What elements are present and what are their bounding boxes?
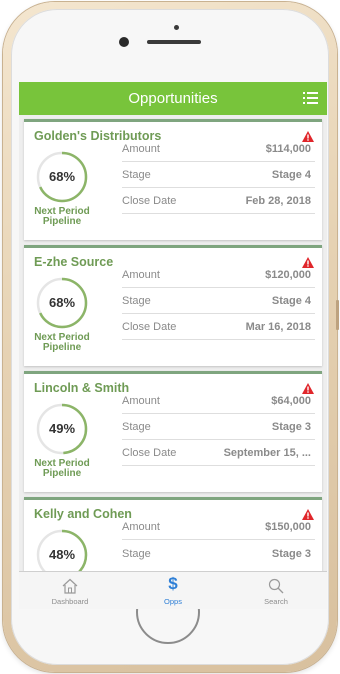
stage-row: Stage Stage 3 [122, 540, 315, 566]
app-screen: Opportunities Golden's Distributors 68% … [19, 82, 327, 609]
close-date-row: Close Date Mar 16, 2018 [122, 314, 315, 340]
probability-percent: 48% [48, 547, 76, 562]
amount-value: $120,000 [265, 269, 311, 281]
amount-label: Amount [122, 395, 160, 407]
opportunity-name: Lincoln & Smith [34, 381, 130, 395]
close-date-label: Close Date [122, 321, 177, 333]
list-menu-icon[interactable] [303, 92, 318, 104]
tab-label: Opps [164, 597, 182, 606]
amount-row: Amount $114,000 [122, 136, 315, 162]
probability-percent: 68% [48, 295, 76, 310]
front-camera [119, 37, 129, 47]
close-date-row: Close Date Feb 28, 2018 [122, 188, 315, 214]
amount-value: $114,000 [265, 143, 311, 155]
stage-label: Stage [122, 295, 151, 307]
tab-opps[interactable]: $ Opps [122, 572, 224, 609]
amount-label: Amount [122, 269, 160, 281]
probability-percent: 49% [48, 421, 76, 436]
tab-search[interactable]: Search [225, 572, 327, 609]
home-icon [62, 578, 78, 594]
opportunity-card[interactable]: Golden's Distributors 68% Next Period Pi… [24, 119, 322, 240]
close-date-value: Feb 28, 2018 [245, 195, 311, 207]
dollar-icon: $ [168, 574, 178, 593]
probability-percent: 68% [48, 169, 76, 184]
next-period-pipeline-label: Next Period Pipeline [26, 207, 98, 227]
tab-label: Search [264, 597, 288, 606]
tab-label: Dashboard [51, 597, 89, 606]
tab-dashboard[interactable]: Dashboard [19, 572, 121, 609]
close-date-label: Close Date [122, 447, 177, 459]
amount-value: $64,000 [271, 395, 311, 407]
ring-label-line2: Pipeline [42, 468, 82, 479]
stage-value: Stage 4 [271, 295, 311, 307]
opportunity-card[interactable]: Lincoln & Smith 49% Next Period Pipeline… [24, 371, 322, 492]
amount-label: Amount [122, 521, 160, 533]
stage-row: Stage Stage 4 [122, 162, 315, 188]
close-date-label: Close Date [122, 195, 177, 207]
close-date-value: September 15, ... [223, 447, 311, 459]
stage-label: Stage [122, 169, 151, 181]
amount-value: $150,000 [265, 521, 311, 533]
amount-label: Amount [122, 143, 160, 155]
opportunity-card[interactable]: E-zhe Source 68% Next Period Pipeline Am… [24, 245, 322, 366]
opportunity-name: Kelly and Cohen [34, 507, 132, 521]
close-date-row: Close Date September 15, ... [122, 440, 315, 466]
ring-label-line2: Pipeline [42, 216, 82, 227]
ring-label-line2: Pipeline [42, 342, 82, 353]
opportunity-name: E-zhe Source [34, 255, 114, 269]
stage-row: Stage Stage 4 [122, 288, 315, 314]
nav-bar: Opportunities [19, 82, 327, 115]
side-button [336, 300, 339, 330]
stage-label: Stage [122, 421, 151, 433]
opportunity-list: Golden's Distributors 68% Next Period Pi… [19, 115, 327, 571]
stage-value: Stage 3 [271, 548, 311, 560]
proximity-sensor [174, 25, 179, 30]
stage-label: Stage [122, 548, 151, 560]
next-period-pipeline-label: Next Period Pipeline [26, 459, 98, 479]
tab-bar: Dashboard $ Opps Search [19, 571, 327, 609]
amount-row: Amount $150,000 [122, 514, 315, 540]
stage-value: Stage 4 [271, 169, 311, 181]
stage-row: Stage Stage 3 [122, 414, 315, 440]
page-title: Opportunities [128, 90, 218, 107]
opportunity-card[interactable]: Kelly and Cohen 48% Amount $150,000 Stag… [24, 497, 322, 571]
close-date-value: Mar 16, 2018 [245, 321, 311, 333]
earpiece-speaker [147, 40, 201, 44]
next-period-pipeline-label: Next Period Pipeline [26, 333, 98, 353]
amount-row: Amount $120,000 [122, 262, 315, 288]
search-icon [268, 578, 284, 594]
amount-row: Amount $64,000 [122, 388, 315, 414]
stage-value: Stage 3 [271, 421, 311, 433]
